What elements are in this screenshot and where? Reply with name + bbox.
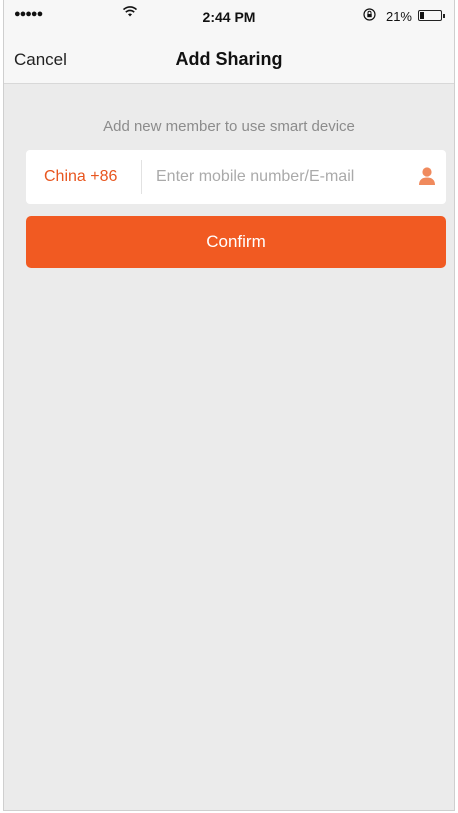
battery-percent: 21% [385,9,412,24]
confirm-button[interactable]: Confirm [26,216,446,268]
battery-level [420,12,424,19]
instruction-text: Add new member to use smart device [103,118,355,135]
contact-input-row: China +86 [26,150,446,204]
battery-icon [418,10,445,21]
contact-input[interactable] [156,160,408,194]
screen: ●●●●● 2:44 PM 21% Cancel Add Sharing Add… [3,0,455,811]
orientation-lock-icon [363,8,376,24]
nav-bar: Cancel Add Sharing [4,34,454,84]
person-icon[interactable] [418,166,436,186]
status-bar: ●●●●● 2:44 PM 21% [4,0,454,34]
country-code-selector[interactable]: China +86 [44,168,117,186]
divider [141,160,142,194]
page-title: Add Sharing [175,49,283,69]
